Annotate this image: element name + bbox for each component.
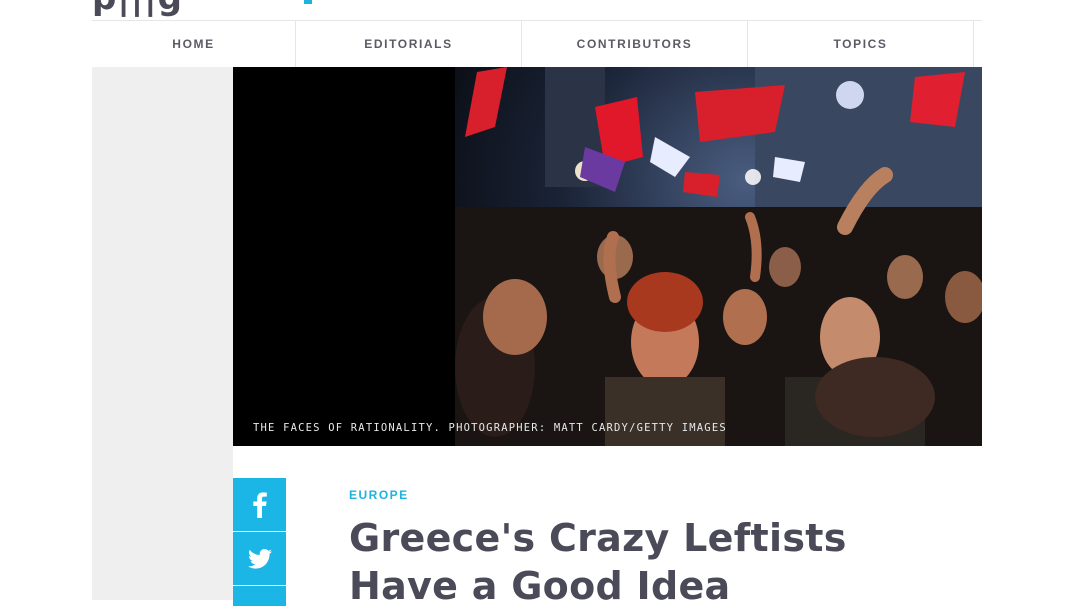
share-bar — [233, 478, 286, 607]
logo-accent — [304, 0, 312, 4]
headline-line-1: Greece's Crazy Leftists — [349, 516, 847, 560]
site-logo[interactable]: p|||g — [92, 0, 342, 20]
main-navigation: HOME EDITORIALS CONTRIBUTORS TOPICS — [92, 20, 982, 68]
facebook-share-button[interactable] — [233, 478, 286, 531]
more-share-button[interactable] — [233, 586, 286, 606]
photo-caption: THE FACES OF RATIONALITY. PHOTOGRAPHER: … — [253, 422, 727, 434]
logo-mark: p|||g — [92, 0, 183, 18]
headline-line-2: Have a Good Idea — [349, 564, 731, 608]
article-headline: Greece's Crazy Leftists Have a Good Idea — [349, 514, 969, 610]
nav-contributors[interactable]: CONTRIBUTORS — [522, 21, 748, 67]
nav-home[interactable]: HOME — [92, 21, 296, 67]
hero-photo — [455, 67, 982, 446]
left-gutter — [92, 67, 233, 600]
nav-editorials[interactable]: EDITORIALS — [296, 21, 522, 67]
hero-image-block: THE FACES OF RATIONALITY. PHOTOGRAPHER: … — [233, 67, 982, 446]
facebook-icon — [252, 491, 267, 518]
nav-topics[interactable]: TOPICS — [748, 21, 974, 67]
crowd-illustration — [455, 67, 982, 446]
article-header: EUROPE Greece's Crazy Leftists Have a Go… — [349, 488, 969, 610]
twitter-icon — [247, 548, 272, 569]
article-category[interactable]: EUROPE — [349, 488, 969, 502]
twitter-share-button[interactable] — [233, 532, 286, 585]
